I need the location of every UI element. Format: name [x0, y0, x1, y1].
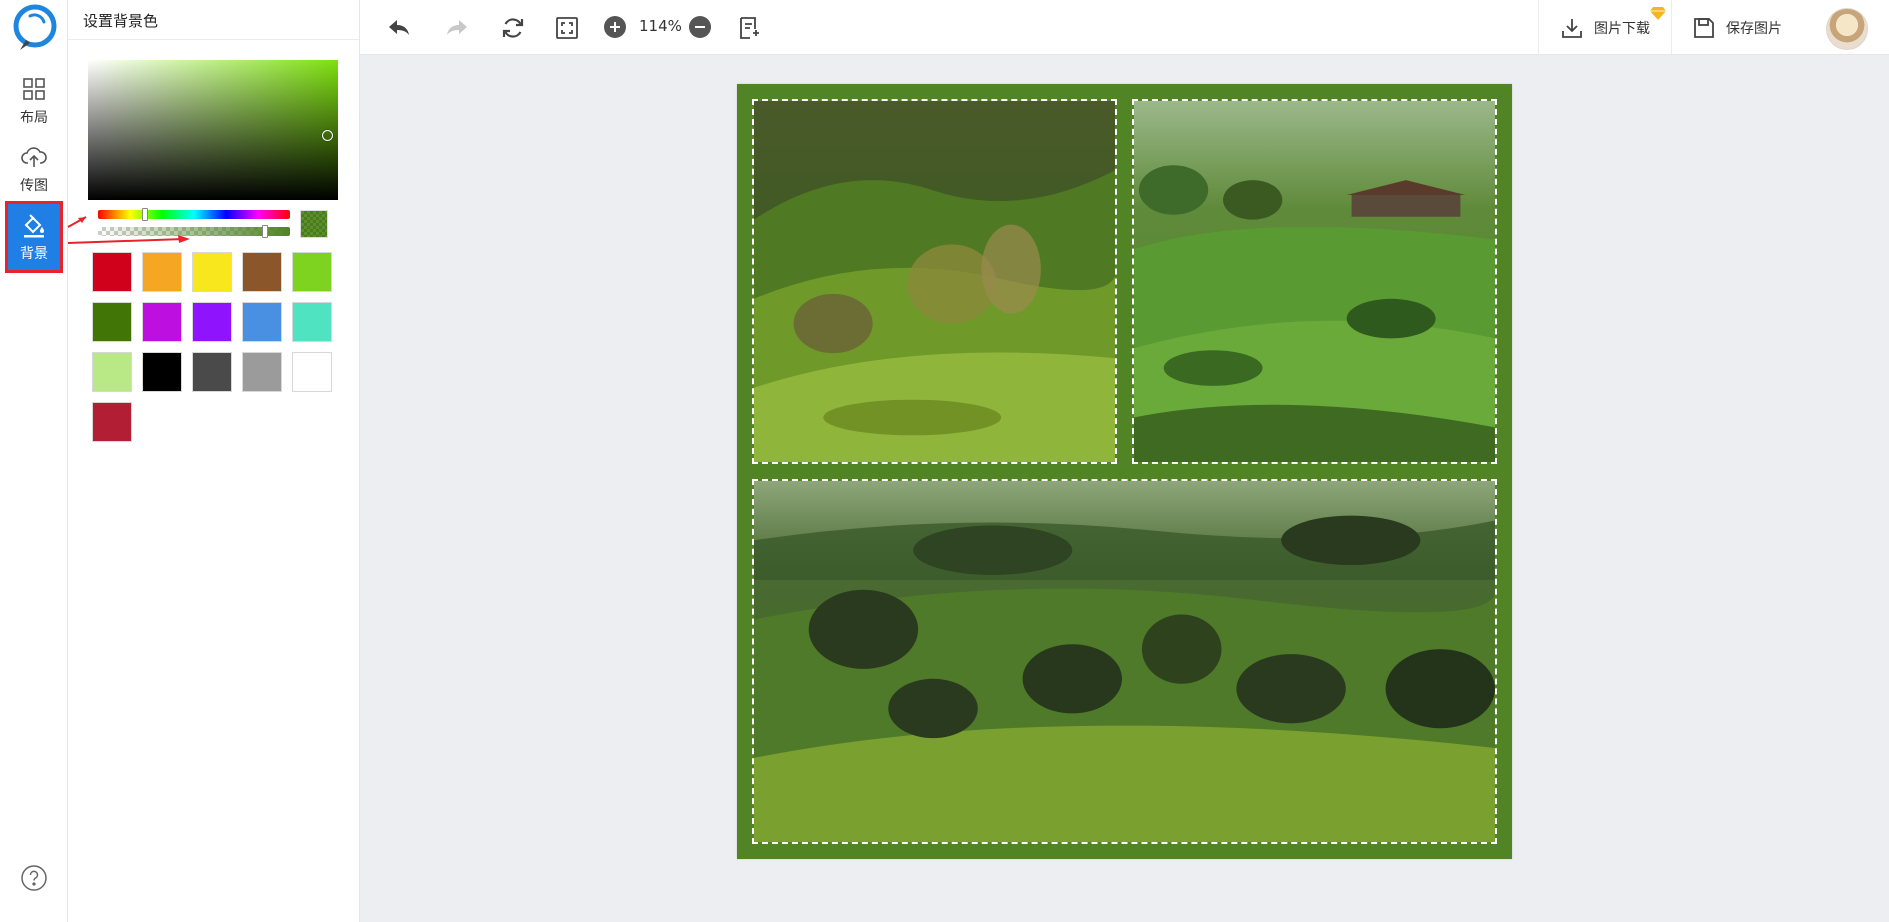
color-swatch[interactable] — [142, 302, 182, 342]
zoom-in-icon[interactable] — [603, 15, 627, 39]
current-color-preview — [300, 210, 328, 238]
redo-button[interactable] — [442, 13, 472, 43]
color-swatch[interactable] — [142, 352, 182, 392]
color-swatch[interactable] — [242, 252, 282, 292]
color-swatch[interactable] — [292, 352, 332, 392]
saturation-value-picker[interactable] — [88, 60, 338, 200]
divider — [68, 39, 359, 40]
cloud-upload-icon — [21, 147, 47, 167]
save-image-button[interactable]: 保存图片 — [1692, 12, 1782, 44]
alpha-slider-thumb[interactable] — [262, 225, 268, 238]
undo-icon — [389, 20, 409, 35]
sidebar-item-label: 背景 — [20, 246, 48, 262]
color-swatch[interactable] — [142, 252, 182, 292]
color-swatch[interactable] — [92, 352, 132, 392]
color-swatch[interactable] — [292, 302, 332, 342]
color-swatch[interactable] — [92, 402, 132, 442]
grid-icon — [23, 78, 45, 100]
paint-bucket-icon — [24, 214, 44, 238]
collage-canvas[interactable] — [737, 84, 1512, 859]
redo-icon — [447, 20, 467, 35]
save-label: 保存图片 — [1726, 21, 1782, 37]
landscape-photo-1 — [754, 101, 1115, 462]
zoom-out-icon[interactable] — [688, 15, 712, 39]
color-swatch[interactable] — [92, 302, 132, 342]
panel-title: 设置背景色 — [83, 12, 159, 30]
user-avatar[interactable] — [1826, 8, 1868, 50]
hue-slider[interactable] — [98, 208, 290, 221]
app-logo[interactable] — [10, 4, 60, 58]
color-swatch[interactable] — [242, 302, 282, 342]
download-icon — [1562, 19, 1582, 38]
sidebar-item-background[interactable]: 背景 — [5, 201, 63, 273]
hue-slider-thumb[interactable] — [142, 208, 148, 221]
top-toolbar: 114% 图片下载 保存图片 — [360, 0, 1889, 55]
color-swatch[interactable] — [192, 302, 232, 342]
landscape-photo-2 — [1134, 101, 1495, 462]
save-icon — [1694, 18, 1714, 38]
refresh-button[interactable] — [498, 13, 528, 43]
download-image-button[interactable]: 图片下载 — [1560, 12, 1650, 44]
color-swatch[interactable] — [192, 352, 232, 392]
color-swatches — [92, 252, 344, 442]
fit-screen-button[interactable] — [552, 13, 582, 43]
sidebar-item-label: 布局 — [20, 110, 48, 126]
download-label: 图片下载 — [1594, 21, 1650, 37]
fullscreen-icon — [556, 17, 578, 39]
collage-cell-2[interactable] — [1132, 99, 1497, 464]
landscape-photo-3 — [754, 481, 1495, 842]
edit-note-icon — [740, 17, 759, 39]
alpha-slider[interactable] — [98, 225, 290, 238]
sidebar-item-label: 传图 — [20, 178, 48, 194]
sidebar-item-upload[interactable]: 传图 — [8, 136, 60, 202]
color-swatch[interactable] — [192, 252, 232, 292]
sv-cursor[interactable] — [322, 130, 333, 141]
collage-cell-1[interactable] — [752, 99, 1117, 464]
background-color-panel: 设置背景色 — [68, 0, 360, 922]
color-swatch[interactable] — [92, 252, 132, 292]
collage-cell-3[interactable] — [752, 479, 1497, 844]
help-icon[interactable] — [20, 864, 48, 892]
vip-diamond-icon — [1650, 7, 1666, 20]
notes-button[interactable] — [734, 13, 764, 43]
left-rail: 布局 传图 背景 — [0, 0, 68, 922]
refresh-icon — [502, 18, 524, 38]
color-swatch[interactable] — [242, 352, 282, 392]
sidebar-item-layout[interactable]: 布局 — [8, 68, 60, 134]
color-swatch[interactable] — [292, 252, 332, 292]
toolbar-separator — [1538, 0, 1539, 55]
undo-button[interactable] — [384, 13, 414, 43]
zoom-level: 114% — [639, 17, 682, 35]
toolbar-separator — [1671, 0, 1672, 55]
